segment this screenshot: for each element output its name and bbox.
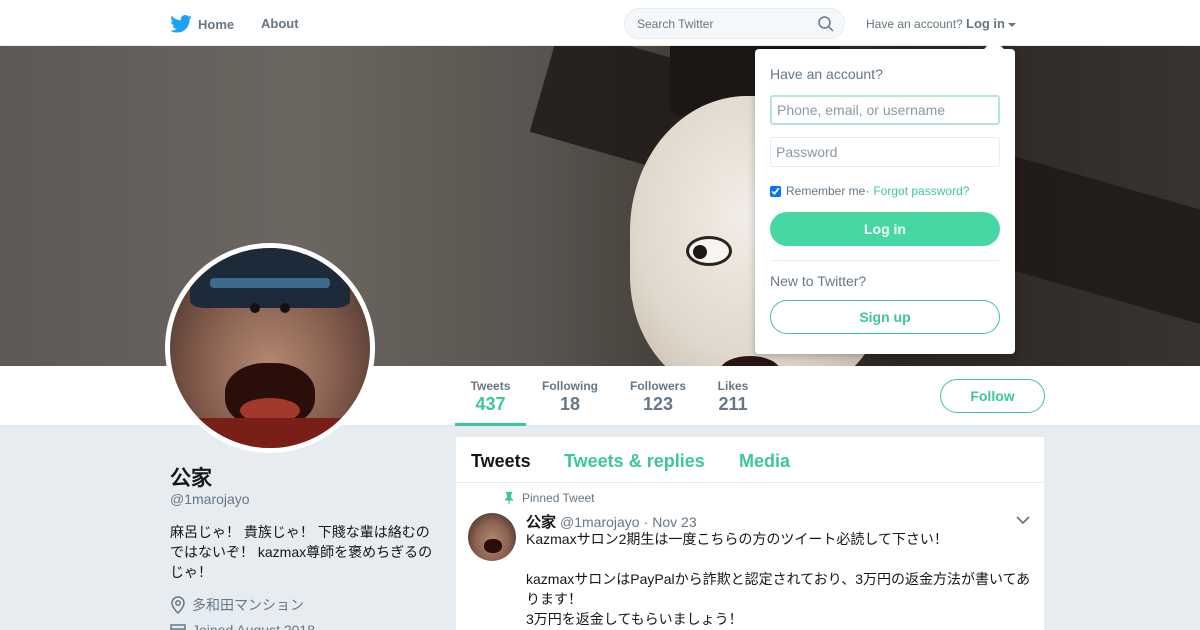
calendar-icon: [170, 624, 186, 630]
avatar-collar-shape: [170, 418, 370, 448]
timeline-tabs: Tweets Tweets & replies Media: [456, 437, 1044, 483]
profile-joined: Joined August 2018: [170, 622, 315, 630]
remember-me-label: Remember me: [786, 184, 866, 198]
stat-tweets-value: 437: [475, 394, 506, 414]
tweet-text-line: Kazmaxサロン2期生は一度こちらの方のツイート必読して下さい！: [526, 531, 948, 547]
stat-likes-value: 211: [718, 394, 748, 414]
search-icon[interactable]: [818, 16, 834, 32]
tweet-text-line: [526, 549, 1031, 569]
avatar-cap-shape: [190, 248, 350, 308]
tab-tweets[interactable]: Tweets: [471, 451, 531, 472]
stat-tweets-label: Tweets: [470, 379, 511, 393]
stat-followers[interactable]: Followers 123: [623, 366, 693, 426]
avatar-image: [170, 248, 370, 448]
profile-location: 多和田マンション: [170, 595, 304, 615]
stat-tweets[interactable]: Tweets 437: [455, 366, 526, 426]
profile-name[interactable]: 公家: [170, 462, 212, 492]
have-account-text: Have an account?: [866, 17, 963, 31]
password-field[interactable]: [770, 137, 1000, 167]
signup-button[interactable]: Sign up: [770, 300, 1000, 334]
profile-avatar[interactable]: [165, 243, 375, 453]
tab-media[interactable]: Media: [739, 451, 790, 472]
nav-about-link[interactable]: About: [261, 16, 299, 31]
forgot-password-link[interactable]: Forgot password?: [873, 184, 969, 198]
login-link-label: Log in: [966, 16, 1005, 31]
login-dropdown: Have an account? Remember me · Forgot pa…: [755, 39, 1015, 354]
remember-me-row: Remember me · Forgot password?: [770, 184, 969, 198]
tab-tweets-and-replies[interactable]: Tweets & replies: [564, 451, 705, 472]
login-dropdown-title: Have an account?: [770, 66, 883, 82]
tweet-text-line: kazmaxサロンはPayPalから詐欺と認定されており、3万円の返金方法が書い…: [526, 571, 1031, 607]
caret-down-icon: [1008, 22, 1016, 27]
search-input[interactable]: Search Twitter: [624, 8, 845, 39]
tweet-timestamp[interactable]: Nov 23: [652, 514, 696, 530]
stat-followers-label: Followers: [629, 379, 686, 393]
stat-following-value: 18: [559, 394, 581, 414]
profile-location-text: 多和田マンション: [192, 597, 304, 613]
dropdown-divider: [770, 260, 1000, 261]
profile-joined-text: Joined August 2018: [192, 622, 315, 630]
stat-following[interactable]: Following 18: [535, 366, 605, 426]
tweet-avatar[interactable]: [468, 513, 516, 561]
twitter-bird-icon: [170, 15, 192, 33]
banner-eye-shape: [686, 236, 732, 266]
stat-likes-label: Likes: [717, 379, 749, 393]
login-dropdown-toggle[interactable]: Log in: [966, 16, 1016, 31]
search-placeholder: Search Twitter: [637, 17, 714, 31]
avatar-brow-dot: [280, 303, 290, 313]
stat-likes[interactable]: Likes 211: [710, 366, 756, 426]
top-navigation-bar: Home About Search Twitter Have an accoun…: [0, 0, 1200, 46]
tweet-separator: ·: [643, 514, 649, 530]
pin-icon: [505, 492, 513, 504]
stat-followers-value: 123: [642, 394, 674, 414]
follow-button[interactable]: Follow: [940, 379, 1045, 413]
new-to-twitter-text: New to Twitter?: [770, 273, 867, 289]
nav-home-link[interactable]: Home: [170, 12, 234, 36]
stat-following-label: Following: [542, 379, 598, 393]
tweet-text-line: 3万円を返金してもらいましょう！: [526, 611, 743, 627]
location-pin-icon: [171, 596, 185, 614]
profile-bio: 麻呂じゃ！ 貴族じゃ！ 下賤な輩は絡むのではないぞ！ kazmax尊師を褒めちぎ…: [170, 524, 433, 580]
tweet-text: Kazmaxサロン2期生は一度こちらの方のツイート必読して下さい！ kazmax…: [526, 529, 1031, 629]
timeline-panel: Tweets Tweets & replies Media Pinned Twe…: [456, 437, 1044, 630]
profile-handle[interactable]: @1marojayo: [170, 491, 250, 507]
pinned-tweet-label: Pinned Tweet: [522, 491, 595, 505]
avatar-brow-dot: [250, 303, 260, 313]
login-button[interactable]: Log in: [770, 212, 1000, 246]
tweet-author-handle[interactable]: @1marojayo: [560, 514, 640, 530]
chevron-down-icon[interactable]: [1016, 515, 1030, 525]
pinned-tweet-header: Pinned Tweet: [504, 491, 595, 505]
remember-me-checkbox[interactable]: [770, 185, 781, 197]
username-field[interactable]: [770, 95, 1000, 125]
nav-home-label: Home: [198, 16, 235, 32]
remember-separator: ·: [865, 184, 870, 198]
